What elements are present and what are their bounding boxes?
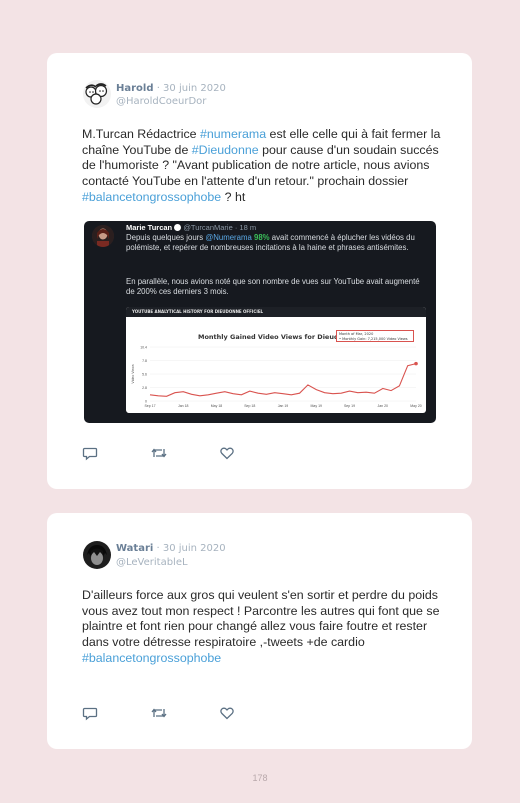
series-line	[149, 363, 417, 397]
x-tick-label: May 20	[410, 404, 422, 408]
retweet-icon[interactable]	[150, 705, 168, 721]
x-tick-label: Jan 20	[377, 404, 388, 408]
tweet-card: Watari · 30 juin 2020 @LeVeritableL D'ai…	[47, 513, 472, 749]
x-tick-label: Jan 19	[278, 404, 289, 408]
author-name[interactable]: Watari	[116, 543, 153, 554]
y-tick-label: 2.8	[142, 386, 147, 390]
hashtag-link[interactable]: #numerama	[200, 127, 266, 141]
y-tick-label: 5.6	[142, 373, 147, 377]
reply-icon[interactable]	[82, 705, 98, 721]
embed-text-2: En parallèle, nous avions noté que son n…	[126, 277, 420, 297]
embedded-screenshot[interactable]: Marie Turcan @TurcanMarie · 18 m Depuis …	[84, 221, 436, 423]
avatar[interactable]	[83, 541, 111, 569]
tweet-text: M.Turcan Rédactrice #numerama est elle c…	[82, 127, 441, 204]
page-number: 178	[252, 773, 268, 783]
x-tick-label: Jan 18	[178, 404, 189, 408]
embed-avatar	[92, 225, 114, 247]
verified-icon	[174, 224, 182, 231]
author-handle[interactable]: @HaroldCoeurDor	[116, 96, 206, 107]
data-point	[414, 361, 418, 366]
author-name[interactable]: Harold	[116, 83, 154, 94]
like-icon[interactable]	[219, 705, 235, 721]
avatar[interactable]	[83, 80, 111, 108]
x-tick-label: May 18	[211, 404, 223, 408]
hashtag-link[interactable]: #balancetongrossophobe	[82, 651, 221, 665]
x-tick-label: Sep 18	[244, 404, 255, 408]
tweet-text: D'ailleurs force aux gros qui veulent s'…	[82, 588, 440, 665]
x-tick-label: Sep 19	[344, 404, 355, 408]
author-handle[interactable]: @LeVeritableL	[116, 557, 188, 568]
y-tick-label: 0	[145, 400, 147, 404]
tweet-card: Harold · 30 juin 2020 @HaroldCoeurDor M.…	[47, 53, 472, 489]
embed-header: Marie Turcan @TurcanMarie · 18 m	[126, 223, 257, 232]
line-chart: 10.4 7.8 5.6 2.8 0 Video Views Sep 17 Jan 18 May…	[131, 346, 422, 409]
tweet-actions	[82, 445, 252, 461]
y-axis-label: Video Views	[131, 364, 135, 383]
author-row: Watari · 30 juin 2020	[116, 543, 226, 554]
like-icon[interactable]	[219, 445, 235, 461]
y-tick-label: 7.8	[142, 359, 147, 363]
embed-chart: YOUTUBE ANALYTICAL HISTORY FOR DIEUDONNE…	[126, 307, 426, 413]
x-tick-label: May 19	[311, 404, 323, 408]
reply-icon[interactable]	[82, 445, 98, 461]
retweet-icon[interactable]	[150, 445, 168, 461]
x-tick-label: Sep 17	[144, 404, 155, 408]
hashtag-link[interactable]: #Dieudonne	[192, 143, 259, 157]
tweet-date[interactable]: · 30 juin 2020	[157, 543, 226, 554]
hashtag-link[interactable]: #balancetongrossophobe	[82, 190, 221, 204]
embed-text-1: Depuis quelques jours @Numerama 98% avai…	[126, 233, 415, 253]
tweet-actions	[82, 705, 252, 721]
tweet-date[interactable]: · 30 juin 2020	[157, 83, 226, 94]
author-row: Harold · 30 juin 2020	[116, 83, 226, 94]
y-tick-label: 10.4	[140, 346, 147, 350]
